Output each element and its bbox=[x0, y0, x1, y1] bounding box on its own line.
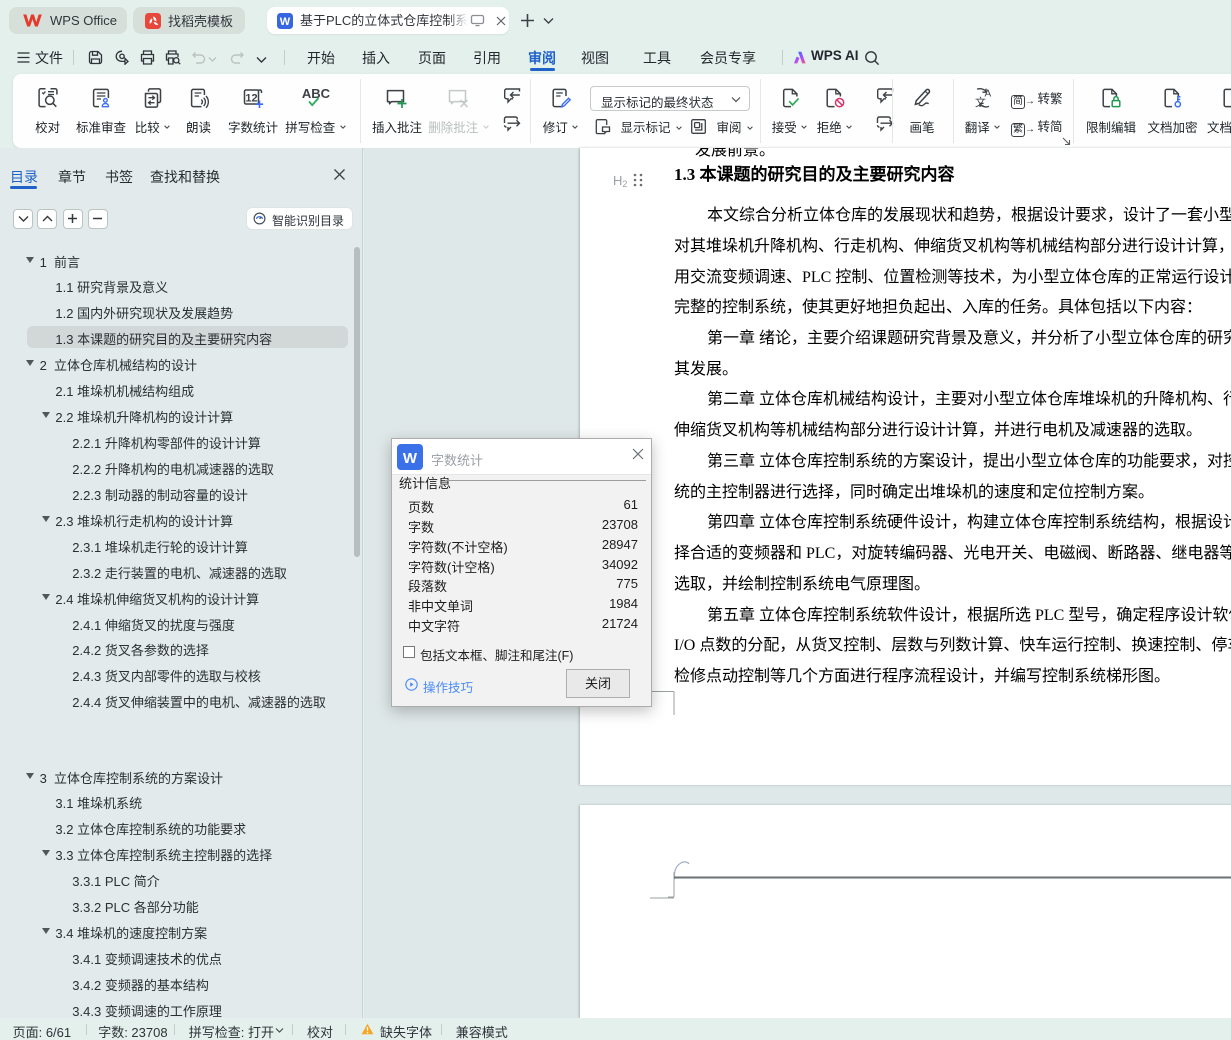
svg-text:12: 12 bbox=[245, 93, 257, 105]
svg-text:ABC: ABC bbox=[302, 87, 331, 101]
svg-text:W: W bbox=[280, 16, 291, 28]
svg-text:W: W bbox=[403, 450, 418, 467]
